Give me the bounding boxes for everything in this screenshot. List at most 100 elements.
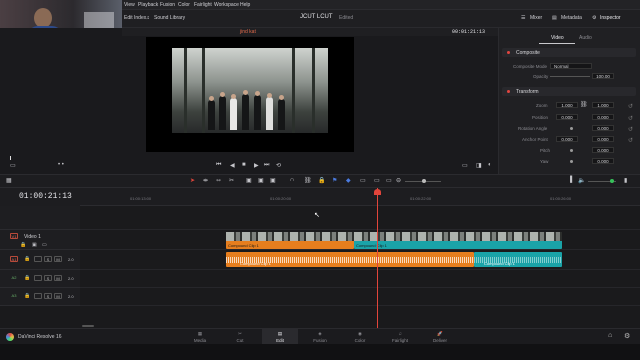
timeline-scrollbar[interactable] <box>82 325 94 327</box>
deliver-page-icon[interactable]: 🚀 <box>425 331 455 337</box>
full-extent-zoom-icon[interactable]: ▭ <box>360 177 366 184</box>
reset-icon[interactable]: ↺ <box>628 137 633 144</box>
selection-tool-icon[interactable]: ➤ <box>190 177 195 184</box>
menu-help[interactable]: Help <box>240 2 250 8</box>
menu-color[interactable]: Color <box>178 2 190 8</box>
menu-playback[interactable]: Playback <box>138 2 158 8</box>
dynamic-trim-icon[interactable]: ⇿ <box>216 177 221 184</box>
track-lane-a3[interactable] <box>80 288 640 306</box>
audio-meter-icon[interactable]: ▐ <box>568 177 572 183</box>
zoom-y-input[interactable]: 1.000 <box>592 102 614 108</box>
blade-tool-icon[interactable]: ✂ <box>229 177 234 184</box>
track-name-v1[interactable]: Video 1 <box>24 234 41 240</box>
video-clip[interactable]: Compound Clip 1 <box>354 232 562 249</box>
speaker-icon[interactable]: 🔈 <box>578 177 585 184</box>
lock-track-icon[interactable]: 🔒 <box>20 242 26 248</box>
lock-track-icon[interactable]: 🔒 <box>24 275 30 281</box>
go-to-start-icon[interactable]: ⏮ <box>216 162 221 169</box>
metadata-icon[interactable]: ▤ <box>552 15 557 21</box>
reset-icon[interactable]: ↺ <box>628 126 633 133</box>
zoom-slider-handle[interactable] <box>422 179 426 183</box>
inspector-tab-audio[interactable]: Audio <box>579 35 592 41</box>
trim-tool-icon[interactable]: ⇹ <box>203 177 208 184</box>
audio-levels-icon[interactable]: ▮ <box>624 177 627 184</box>
timeline-view-options-icon[interactable]: ▦ <box>6 177 12 184</box>
pitch-knob[interactable] <box>570 149 573 152</box>
playhead-handle[interactable] <box>374 189 381 195</box>
disable-track-icon[interactable]: ▭ <box>42 242 47 248</box>
yaw-input[interactable]: 0.000 <box>592 158 614 164</box>
edit-index-button[interactable]: Edit Index <box>124 15 146 21</box>
mute-button[interactable]: M <box>54 275 62 281</box>
page-tab-cut[interactable]: Cut <box>225 338 255 343</box>
video-clip[interactable]: Compound Clip 1 <box>226 232 354 249</box>
zoom-x-input[interactable]: 1.000 <box>556 102 578 108</box>
auto-select-icon[interactable] <box>34 275 42 281</box>
track-id-a1[interactable]: A1 <box>10 256 18 262</box>
solo-button[interactable]: S <box>44 256 52 262</box>
overwrite-clip-icon[interactable]: ▣ <box>258 177 264 184</box>
reset-icon[interactable]: ↺ <box>628 103 633 110</box>
snapping-icon[interactable]: ∩ <box>290 177 294 183</box>
color-page-icon[interactable]: ◉ <box>345 331 375 337</box>
page-tab-edit[interactable]: Edit <box>265 338 295 343</box>
reset-icon[interactable]: ↺ <box>628 115 633 122</box>
position-x-input[interactable]: 0.000 <box>556 114 578 120</box>
replace-clip-icon[interactable]: ▣ <box>270 177 276 184</box>
composite-section[interactable]: Composite <box>502 48 636 57</box>
audio-clip[interactable]: Compound Clip 1 <box>226 252 474 267</box>
lock-track-icon[interactable]: 🔒 <box>24 256 30 262</box>
page-tab-color[interactable]: Color <box>345 338 375 343</box>
volume-slider-handle[interactable] <box>610 179 614 183</box>
marker-icon[interactable]: ◆ <box>346 177 351 184</box>
flag-icon[interactable]: ⚑ <box>332 177 337 184</box>
page-tab-fairlight[interactable]: Fairlight <box>385 338 415 343</box>
section-enabled-dot[interactable] <box>507 90 510 93</box>
position-y-input[interactable]: 0.000 <box>592 114 614 120</box>
loop-icon[interactable]: ⟲ <box>276 162 281 169</box>
custom-zoom-icon[interactable]: ▭ <box>386 177 392 184</box>
go-to-end-icon[interactable]: ⏭ <box>264 162 269 169</box>
metadata-button[interactable]: Metadata <box>561 15 582 21</box>
options-icon[interactable]: • • <box>58 162 64 168</box>
stop-icon[interactable]: ■ <box>242 162 246 168</box>
section-enabled-dot[interactable] <box>507 51 510 54</box>
mixer-button[interactable]: Mixer <box>530 15 542 21</box>
media-page-icon[interactable]: ▦ <box>185 331 215 337</box>
track-id-a2[interactable]: A2 <box>10 275 18 281</box>
menu-view[interactable]: View <box>124 2 135 8</box>
play-icon[interactable]: ▶ <box>254 162 259 169</box>
opacity-value[interactable]: 100.00 <box>592 73 614 79</box>
viewer-layout-icon[interactable]: ▭ <box>10 162 16 169</box>
cut-page-icon[interactable]: ✂ <box>225 331 255 337</box>
pitch-input[interactable]: 0.000 <box>592 147 614 153</box>
anchor-x-input[interactable]: 0.000 <box>556 136 578 142</box>
auto-select-icon[interactable] <box>34 293 42 299</box>
inspector-button[interactable]: Inspector <box>600 15 621 21</box>
composite-mode-select[interactable]: Normal <box>550 63 592 69</box>
inspector-icon[interactable]: ⚙ <box>592 15 596 21</box>
opacity-slider[interactable] <box>550 76 590 77</box>
edit-page-icon[interactable]: ▤ <box>265 331 295 337</box>
rotation-input[interactable]: 0.000 <box>592 125 614 131</box>
rotation-knob[interactable] <box>570 127 573 130</box>
auto-select-icon[interactable]: ▣ <box>32 242 37 248</box>
linked-selection-icon[interactable]: ⛓ <box>304 177 312 184</box>
audio-icon[interactable]: ◐ <box>488 162 492 168</box>
scrubber-handle[interactable] <box>10 156 11 160</box>
yaw-knob[interactable] <box>570 160 573 163</box>
link-icon[interactable]: ⛓ <box>580 101 588 108</box>
sound-library-icon[interactable]: ♫ <box>146 15 150 21</box>
viewer-clip-name[interactable]: jind kat <box>240 29 256 35</box>
anchor-y-input[interactable]: 0.000 <box>592 136 614 142</box>
detail-zoom-icon[interactable]: ▭ <box>374 177 380 184</box>
page-tab-media[interactable]: Media <box>185 338 215 343</box>
fullscreen-icon[interactable]: ◨ <box>476 162 482 169</box>
zoom-out-icon[interactable]: ⊖ <box>396 177 401 184</box>
match-frame-icon[interactable]: ▭ <box>462 162 468 169</box>
page-tab-fusion[interactable]: Fusion <box>305 338 335 343</box>
lock-track-icon[interactable]: 🔒 <box>24 293 30 299</box>
mixer-icon[interactable]: ☰ <box>521 15 525 21</box>
menu-workspace[interactable]: Workspace <box>214 2 239 8</box>
timeline-ruler[interactable]: 01:00:13:00 01:00:20:00 01:00:22:00 01:0… <box>80 188 640 206</box>
